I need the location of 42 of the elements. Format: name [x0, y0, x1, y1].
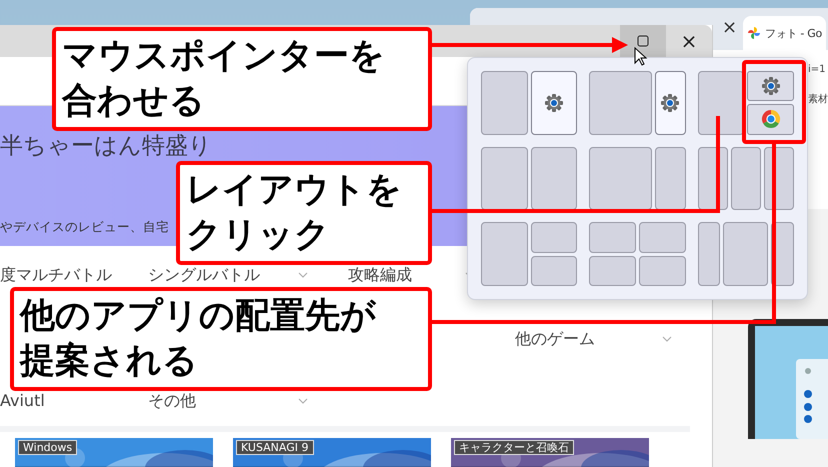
browser-tab[interactable]: フォト - Go [743, 16, 826, 50]
layout-zone[interactable] [654, 146, 686, 210]
layout-zone[interactable] [730, 146, 761, 210]
layout-zone[interactable] [530, 146, 578, 210]
nav-item[interactable]: 他のゲーム [515, 330, 595, 348]
gear-icon [544, 92, 564, 113]
cursor-icon [634, 47, 648, 67]
suggested-app[interactable] [747, 71, 794, 102]
maximize-icon [637, 35, 649, 47]
category-tag: キャラクターと召喚石 [454, 440, 574, 455]
site-title: 半ちゃーはん特盛り [0, 134, 212, 159]
callout-text: マウスポインターを 合わせる [52, 27, 432, 131]
layout-zone[interactable] [654, 71, 686, 135]
pinwheel-icon [747, 26, 762, 40]
nav-item[interactable]: シングルバトル [148, 266, 260, 284]
layout-zone[interactable] [481, 146, 528, 210]
nav-item[interactable]: その他 [148, 392, 196, 410]
chrome-icon [760, 109, 781, 130]
nav-item[interactable]: Aviutl [0, 392, 45, 410]
nav-item[interactable]: 攻略編成 [348, 266, 412, 284]
layout-zone[interactable] [530, 71, 578, 135]
close-button[interactable]: × [666, 25, 712, 57]
layout-zone[interactable] [589, 146, 652, 210]
maximize-button[interactable] [620, 25, 666, 57]
suggested-app[interactable] [747, 104, 794, 135]
layout-zone[interactable] [638, 256, 686, 286]
layout-zone[interactable] [698, 222, 720, 286]
callout-text: レイアウトを クリック [176, 161, 432, 265]
category-tag: KUSANAGI 9 [236, 440, 314, 455]
nav-item[interactable]: 度マルチバトル [0, 266, 112, 284]
page-text: i=1 [808, 64, 826, 76]
layout-zone[interactable] [589, 256, 636, 286]
page-text: 素材 [808, 94, 828, 106]
gear-icon [660, 92, 680, 113]
gear-icon [760, 76, 781, 96]
callout-text: 他のアプリの配置先が 提案される [10, 287, 432, 391]
layout-zone[interactable] [530, 256, 578, 286]
tab-close-button[interactable]: × [718, 17, 742, 50]
category-tag: Windows [18, 440, 78, 455]
layout-zone[interactable] [530, 222, 578, 253]
layout-zone[interactable] [698, 71, 744, 135]
site-tagline: やデバイスのレビュー、自宅 [0, 219, 169, 236]
